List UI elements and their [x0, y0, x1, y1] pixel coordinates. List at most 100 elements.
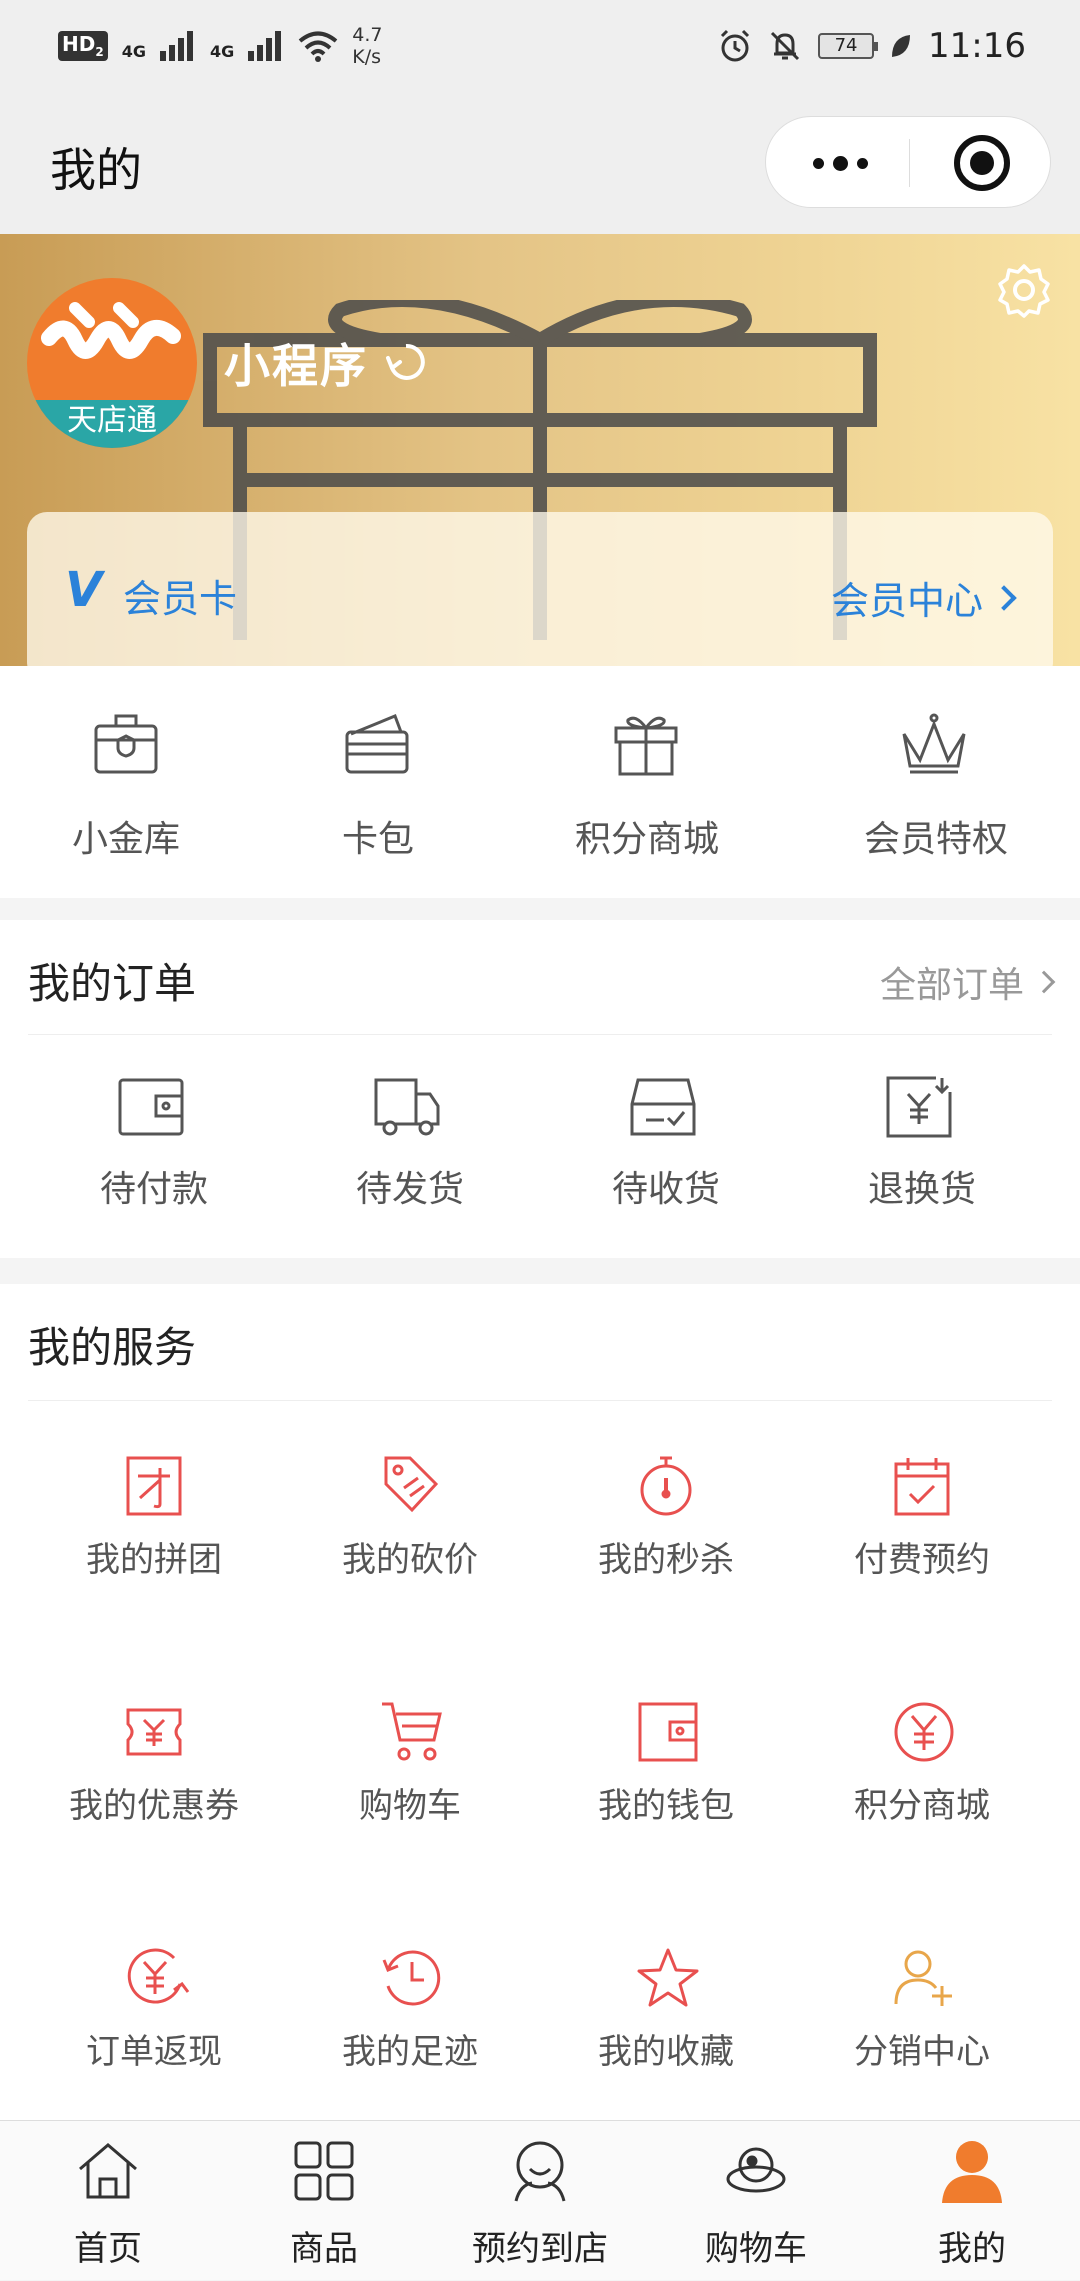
services-section: 我的服务 我的拼团 我的砍价 我的秒杀 付费预约 我的优惠券 购物车 我的钱包 …	[0, 1284, 1080, 2120]
card-wallet-icon	[345, 714, 409, 774]
services-divider	[28, 1400, 1052, 1401]
add-user-icon	[894, 1950, 952, 2006]
refresh-icon[interactable]	[384, 340, 428, 384]
service-item-favorites[interactable]: 我的收藏	[538, 1946, 794, 2146]
service-item-label: 我的砍价	[342, 1540, 478, 1580]
title-bar: 我的	[0, 92, 1080, 234]
order-item-label: 待发货	[355, 1169, 464, 1210]
signal-icon	[248, 31, 282, 61]
service-item-footprint[interactable]: 我的足迹	[282, 1946, 538, 2146]
status-bar: HD2 4G 4G 4.7 K/s 74 11:16	[0, 0, 1080, 92]
more-options-button[interactable]	[800, 141, 880, 185]
wifi-icon	[298, 31, 338, 62]
tab-mine[interactable]: 我的	[864, 2121, 1080, 2281]
username: 小程序	[224, 339, 368, 393]
hd-badge: HD2	[58, 31, 108, 61]
person-icon	[514, 2141, 566, 2202]
quick-item-points-mall[interactable]: 积分商城	[512, 666, 782, 898]
orders-title: 我的订单	[28, 959, 197, 1008]
service-item-label: 我的优惠券	[69, 1786, 239, 1826]
gear-icon[interactable]	[996, 262, 1052, 318]
page-title: 我的	[50, 143, 142, 197]
yen-circle-icon	[894, 1702, 954, 1762]
member-center-link[interactable]: 会员中心	[830, 570, 1017, 625]
quick-item-label: 小金库	[72, 819, 181, 860]
coupon-icon	[126, 1708, 182, 1756]
service-item-label: 积分商城	[854, 1786, 990, 1826]
quick-item-label: 积分商城	[575, 819, 720, 860]
service-item-label: 我的秒杀	[598, 1540, 734, 1580]
service-item-label: 我的钱包	[598, 1786, 734, 1826]
avatar-brand-band: 天店通	[27, 400, 197, 448]
service-item-paid-booking[interactable]: 付费预约	[794, 1454, 1050, 1654]
order-item-pending-receipt[interactable]: 待收货	[538, 1030, 794, 1230]
capsule-divider	[909, 139, 910, 187]
tab-home[interactable]: 首页	[0, 2121, 216, 2281]
inbox-check-icon	[630, 1078, 696, 1136]
orders-section: 我的订单 全部订单 待付款 待发货 待收货 退换货	[0, 920, 1080, 1258]
service-item-points-mall[interactable]: 积分商城	[794, 1700, 1050, 1900]
service-item-coupons[interactable]: 我的优惠券	[26, 1700, 282, 1900]
network-label-2: 4G	[209, 42, 235, 61]
stopwatch-icon	[640, 1456, 692, 1516]
network-speed: 4.7 K/s	[352, 24, 383, 68]
chevron-right-icon	[1032, 970, 1056, 994]
home-icon	[79, 2143, 137, 2199]
service-item-flash-sale[interactable]: 我的秒杀	[538, 1454, 794, 1654]
quick-item-card-wallet[interactable]: 卡包	[243, 666, 513, 898]
tab-cart[interactable]: 购物车	[648, 2121, 864, 2281]
vault-icon	[94, 714, 158, 774]
user-icon	[942, 2141, 1002, 2203]
more-dot-icon	[812, 157, 824, 169]
quick-item-label: 卡包	[342, 819, 415, 860]
grid-icon	[294, 2141, 354, 2201]
refund-yen-icon	[886, 1076, 952, 1138]
more-dot-icon	[856, 157, 868, 169]
service-item-label: 我的拼团	[86, 1540, 222, 1580]
member-card[interactable]: V 会员卡 会员中心	[27, 512, 1053, 666]
mute-icon	[770, 31, 800, 61]
service-item-cashback[interactable]: 订单返现	[26, 1946, 282, 2146]
quick-item-vault[interactable]: 小金库	[0, 666, 270, 898]
quick-item-member-privilege[interactable]: 会员特权	[800, 666, 1070, 898]
tab-label: 我的	[938, 2229, 1006, 2269]
tab-label: 商品	[290, 2229, 358, 2269]
service-item-label: 我的收藏	[598, 2032, 734, 2072]
avatar[interactable]: 天店通	[27, 278, 197, 448]
order-item-label: 待收货	[611, 1169, 720, 1210]
all-orders-link[interactable]: 全部订单	[879, 956, 1056, 1008]
tab-bar: 首页 商品 预约到店 购物车 我的	[0, 2120, 1080, 2280]
close-mini-program-button[interactable]	[954, 135, 1010, 191]
order-item-label: 待付款	[99, 1169, 208, 1210]
all-orders-label: 全部订单	[879, 965, 1024, 1006]
status-left: HD2 4G 4G 4.7 K/s	[58, 24, 382, 68]
service-item-label: 分销中心	[854, 2032, 990, 2072]
orbit-person-icon	[726, 2147, 786, 2193]
profile-banner: 天店通 小程序 V 会员卡 会员中心	[0, 234, 1080, 666]
calendar-check-icon	[894, 1458, 950, 1516]
service-item-wallet[interactable]: 我的钱包	[538, 1700, 794, 1900]
avatar-brand-text: 天店通	[67, 403, 157, 438]
history-icon	[382, 1950, 441, 2006]
tab-booking[interactable]: 预约到店	[432, 2121, 648, 2281]
chevron-right-icon	[991, 584, 1017, 611]
tab-products[interactable]: 商品	[216, 2121, 432, 2281]
order-item-pending-shipment[interactable]: 待发货	[282, 1030, 538, 1230]
star-icon	[637, 1948, 699, 2007]
service-item-group-buy[interactable]: 我的拼团	[26, 1454, 282, 1654]
member-card-label: 会员卡	[123, 577, 238, 621]
member-center-label: 会员中心	[830, 579, 983, 623]
service-item-distribution[interactable]: 分销中心	[794, 1946, 1050, 2146]
service-item-cart[interactable]: 购物车	[282, 1700, 538, 1900]
order-item-refund[interactable]: 退换货	[794, 1030, 1050, 1230]
alarm-icon	[720, 29, 750, 62]
service-item-label: 订单返现	[86, 2032, 222, 2072]
gift-box-icon	[614, 716, 678, 776]
service-item-bargain[interactable]: 我的砍价	[282, 1454, 538, 1654]
battery-indicator: 74	[818, 33, 879, 59]
more-dot-icon	[832, 155, 848, 171]
order-item-pending-payment[interactable]: 待付款	[26, 1030, 282, 1230]
vip-v-icon: V	[65, 562, 103, 618]
quick-actions: 小金库 卡包 积分商城 会员特权	[0, 666, 1080, 898]
leaf-icon	[892, 35, 911, 57]
